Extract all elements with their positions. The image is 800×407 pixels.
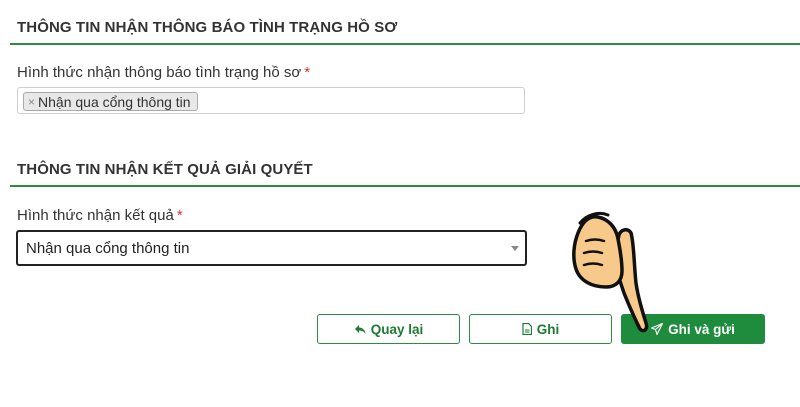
save-label: Ghi bbox=[536, 321, 560, 337]
tag-label: Nhận qua cổng thông tin bbox=[38, 93, 191, 110]
result-method-select[interactable]: Nhận qua cổng thông tin bbox=[16, 230, 527, 266]
selected-tag: × Nhận qua cổng thông tin bbox=[23, 92, 198, 111]
section-title-result: THÔNG TIN NHẬN KẾT QUẢ GIẢI QUYẾT bbox=[17, 161, 313, 178]
label-text: Hình thức nhận kết quả bbox=[17, 207, 174, 224]
back-label: Quay lại bbox=[370, 321, 424, 337]
back-arrow-icon bbox=[354, 324, 366, 334]
field-label-notification-method: Hình thức nhận thông báo tình trạng hồ s… bbox=[17, 64, 310, 81]
field-label-result-method: Hình thức nhận kết quả * bbox=[17, 207, 183, 224]
section-divider bbox=[10, 43, 800, 45]
notification-method-multiselect[interactable]: × Nhận qua cổng thông tin bbox=[17, 87, 525, 114]
pointing-hand-icon bbox=[572, 211, 649, 333]
required-asterisk: * bbox=[176, 207, 183, 224]
label-text: Hình thức nhận thông báo tình trạng hồ s… bbox=[17, 64, 302, 81]
back-button[interactable]: Quay lại bbox=[317, 314, 460, 344]
save-send-label: Ghi và gửi bbox=[668, 321, 735, 337]
document-icon bbox=[522, 323, 532, 335]
remove-tag-icon[interactable]: × bbox=[28, 95, 35, 109]
select-value: Nhận qua cổng thông tin bbox=[26, 239, 190, 257]
required-asterisk: * bbox=[304, 64, 311, 81]
section-title-notification: THÔNG TIN NHẬN THÔNG BÁO TÌNH TRẠNG HỒ S… bbox=[17, 19, 398, 36]
dropdown-caret-icon bbox=[511, 246, 519, 251]
section-divider bbox=[10, 185, 800, 187]
